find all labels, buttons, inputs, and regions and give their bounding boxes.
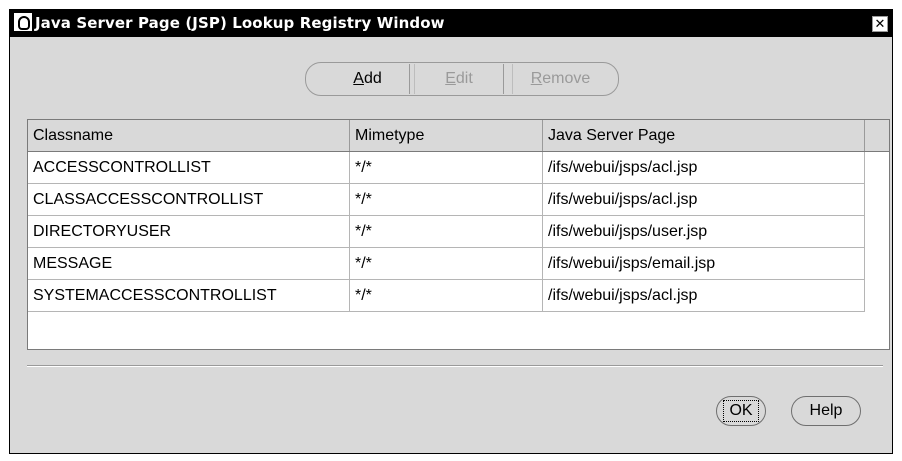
add-label-rest: dd: [363, 70, 382, 87]
table-row[interactable]: SYSTEMACCESSCONTROLLIST */* /ifs/webui/j…: [28, 280, 865, 312]
cell-mimetype[interactable]: */*: [350, 248, 543, 279]
remove-button[interactable]: Remove: [512, 64, 608, 94]
close-icon[interactable]: ✕: [872, 16, 888, 32]
column-header-mimetype[interactable]: Mimetype: [350, 120, 543, 151]
help-label: Help: [809, 402, 843, 419]
cell-classname[interactable]: DIRECTORYUSER: [28, 216, 350, 247]
ok-button[interactable]: OK: [716, 396, 766, 426]
edit-label-rest: dit: [455, 70, 473, 87]
cell-classname[interactable]: ACCESSCONTROLLIST: [28, 152, 350, 183]
cell-java-server-page[interactable]: /ifs/webui/jsps/email.jsp: [543, 248, 865, 279]
remove-mnemonic: R: [530, 70, 543, 87]
cell-classname[interactable]: MESSAGE: [28, 248, 350, 279]
cell-classname[interactable]: SYSTEMACCESSCONTROLLIST: [28, 280, 350, 311]
table-row[interactable]: ACCESSCONTROLLIST */* /ifs/webui/jsps/ac…: [28, 152, 865, 184]
cell-java-server-page[interactable]: /ifs/webui/jsps/acl.jsp: [543, 184, 865, 215]
edit-button[interactable]: Edit: [414, 64, 504, 94]
table-row[interactable]: MESSAGE */* /ifs/webui/jsps/email.jsp: [28, 248, 865, 280]
cell-mimetype[interactable]: */*: [350, 216, 543, 247]
record-button-group: Add Edit Remove: [305, 62, 619, 96]
cell-mimetype[interactable]: */*: [350, 184, 543, 215]
title-bar[interactable]: Java Server Page (JSP) Lookup Registry W…: [10, 10, 892, 37]
add-mnemonic: A: [353, 70, 364, 87]
table-row[interactable]: CLASSACCESSCONTROLLIST */* /ifs/webui/js…: [28, 184, 865, 216]
remove-label-rest: emove: [542, 70, 591, 87]
ok-label: OK: [723, 400, 759, 422]
window-title: Java Server Page (JSP) Lookup Registry W…: [35, 14, 445, 32]
cell-mimetype[interactable]: */*: [350, 152, 543, 183]
table-row[interactable]: DIRECTORYUSER */* /ifs/webui/jsps/user.j…: [28, 216, 865, 248]
jsp-registry-table: Classname Mimetype Java Server Page ACCE…: [27, 119, 890, 350]
app-icon: [14, 13, 32, 31]
cell-java-server-page[interactable]: /ifs/webui/jsps/acl.jsp: [543, 152, 865, 183]
column-header-classname[interactable]: Classname: [28, 120, 350, 151]
column-header-java-server-page[interactable]: Java Server Page: [543, 120, 865, 151]
add-button[interactable]: Add: [326, 64, 410, 94]
cell-classname[interactable]: CLASSACCESSCONTROLLIST: [28, 184, 350, 215]
edit-mnemonic: E: [445, 70, 456, 87]
cell-java-server-page[interactable]: /ifs/webui/jsps/user.jsp: [543, 216, 865, 247]
help-button[interactable]: Help: [791, 396, 861, 426]
cell-mimetype[interactable]: */*: [350, 280, 543, 311]
column-header-spacer: [865, 120, 889, 151]
jsp-lookup-registry-window: Java Server Page (JSP) Lookup Registry W…: [9, 9, 893, 454]
toolbar: Add Edit Remove: [10, 62, 892, 96]
table-header: Classname Mimetype Java Server Page: [28, 120, 889, 152]
separator: [27, 365, 883, 367]
cell-java-server-page[interactable]: /ifs/webui/jsps/acl.jsp: [543, 280, 865, 311]
